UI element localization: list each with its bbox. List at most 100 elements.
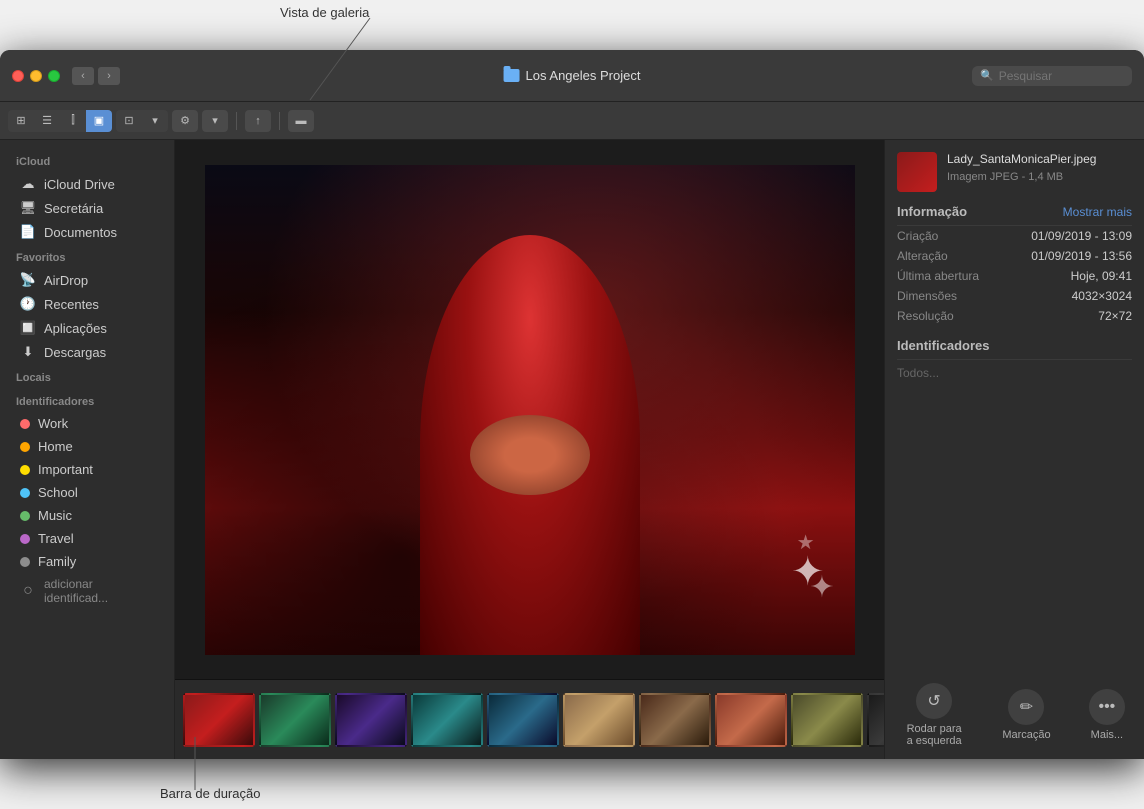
toolbar-right: 🔍 — [972, 66, 1132, 86]
tags-placeholder: Todos... — [897, 360, 1132, 386]
sidebar-item-downloads[interactable]: ⬇ Descargas — [4, 340, 170, 364]
file-header: Lady_SantaMonicaPier.jpeg Imagem JPEG - … — [897, 152, 1132, 192]
minimize-button[interactable] — [30, 70, 42, 82]
filmstrip-thumb-2[interactable] — [259, 693, 331, 747]
airdrop-icon: 📡 — [20, 272, 36, 288]
music-tag-dot — [20, 511, 30, 521]
filmstrip-thumb-9[interactable] — [791, 693, 863, 747]
finder-window: ‹ › Los Angeles Project 🔍 ⊞ ☰ ⫿ ▣ ⊡ ▾ ⚙ … — [0, 50, 1144, 759]
sidebar: iCloud ☁ iCloud Drive 🖥 Secretária 📄 Doc… — [0, 140, 175, 759]
gallery-view-annotation: Vista de galeria — [280, 5, 369, 20]
search-box[interactable]: 🔍 — [972, 66, 1132, 86]
show-more-link[interactable]: Mostrar mais — [1063, 205, 1132, 219]
documents-icon: 📄 — [20, 224, 36, 240]
file-name: Lady_SantaMonicaPier.jpeg — [947, 152, 1132, 168]
filmstrip — [175, 679, 884, 759]
main-image-container[interactable]: ✦ ✦ ★ — [175, 140, 884, 679]
icloud-drive-icon: ☁ — [20, 176, 36, 192]
more-icon: ••• — [1089, 689, 1125, 725]
filmstrip-thumb-3[interactable] — [335, 693, 407, 747]
filmstrip-thumb-1[interactable] — [183, 693, 255, 747]
more-button[interactable]: ••• Mais... — [1089, 689, 1125, 741]
sidebar-item-recents[interactable]: 🕐 Recentes — [4, 292, 170, 316]
sidebar-item-desktop[interactable]: 🖥 Secretária — [4, 196, 170, 220]
icloud-section-label: iCloud — [0, 148, 174, 172]
search-input[interactable] — [999, 69, 1124, 83]
file-info-text: Lady_SantaMonicaPier.jpeg Imagem JPEG - … — [947, 152, 1132, 183]
school-tag-dot — [20, 488, 30, 498]
filmstrip-thumb-7[interactable] — [639, 693, 711, 747]
rotate-left-button[interactable]: ↺ Rodar para a esquerda — [904, 683, 964, 747]
filmstrip-thumb-6[interactable] — [563, 693, 635, 747]
sidebar-item-family[interactable]: Family — [4, 550, 170, 573]
value-criacao: 01/09/2019 - 13:09 — [1031, 229, 1132, 243]
view-mode-group: ⊞ ☰ ⫿ ▣ — [8, 110, 112, 132]
icon-view-button[interactable]: ⊞ — [8, 110, 34, 132]
folder-icon — [504, 69, 520, 82]
main-image: ✦ ✦ ★ — [205, 165, 855, 655]
markup-label: Marcação — [1002, 729, 1050, 741]
value-ultima-abertura: Hoje, 09:41 — [1071, 269, 1132, 283]
applications-icon: 🔲 — [20, 320, 36, 336]
filmstrip-thumb-8[interactable] — [715, 693, 787, 747]
gallery-view-button[interactable]: ▣ — [86, 110, 112, 132]
sidebar-item-applications[interactable]: 🔲 Aplicações — [4, 316, 170, 340]
group-dropdown[interactable]: ▾ — [142, 110, 168, 132]
value-resolucao: 72×72 — [1098, 309, 1132, 323]
more-label: Mais... — [1091, 729, 1123, 741]
label-alteracao: Alteração — [897, 249, 948, 263]
back-button[interactable]: ‹ — [72, 67, 94, 85]
info-panel: Lady_SantaMonicaPier.jpeg Imagem JPEG - … — [884, 140, 1144, 759]
toolbar-divider-2 — [279, 112, 280, 130]
info-section: Informação Mostrar mais Criação 01/09/20… — [897, 204, 1132, 326]
group-sort-group: ⊡ ▾ — [116, 110, 168, 132]
value-alteracao: 01/09/2019 - 13:56 — [1031, 249, 1132, 263]
travel-tag-dot — [20, 534, 30, 544]
info-section-title: Informação — [897, 204, 967, 219]
markup-icon: ✏ — [1008, 689, 1044, 725]
action-bar: ↺ Rodar para a esquerda ✏ Marcação ••• M… — [897, 683, 1132, 747]
work-tag-dot — [20, 419, 30, 429]
sidebar-item-add-tag[interactable]: ○ adicionar identificad... — [4, 573, 170, 609]
fullscreen-button[interactable] — [48, 70, 60, 82]
settings-dropdown[interactable]: ▾ — [202, 110, 228, 132]
forward-button[interactable]: › — [98, 67, 120, 85]
markup-button[interactable]: ✏ Marcação — [1002, 689, 1050, 741]
sidebar-item-home[interactable]: Home — [4, 435, 170, 458]
sidebar-item-icloud-drive[interactable]: ☁ iCloud Drive — [4, 172, 170, 196]
favorites-section-label: Favoritos — [0, 244, 174, 268]
sidebar-item-important[interactable]: Important — [4, 458, 170, 481]
sidebar-item-school[interactable]: School — [4, 481, 170, 504]
add-tag-icon: ○ — [20, 583, 36, 599]
sidebar-item-documents[interactable]: 📄 Documentos — [4, 220, 170, 244]
tag-button[interactable]: ▬ — [288, 110, 314, 132]
rotate-left-label: Rodar para a esquerda — [904, 723, 964, 747]
window-title: Los Angeles Project — [504, 68, 641, 83]
sidebar-item-travel[interactable]: Travel — [4, 527, 170, 550]
filmstrip-thumb-4[interactable] — [411, 693, 483, 747]
info-row-dimensoes: Dimensões 4032×3024 — [897, 286, 1132, 306]
sidebar-item-airdrop[interactable]: 📡 AirDrop — [4, 268, 170, 292]
share-button[interactable]: ↑ — [245, 110, 271, 132]
tags-section-title: Identificadores — [897, 338, 989, 353]
label-dimensoes: Dimensões — [897, 289, 957, 303]
settings-button[interactable]: ⚙ — [172, 110, 198, 132]
list-view-button[interactable]: ☰ — [34, 110, 60, 132]
group-button[interactable]: ⊡ — [116, 110, 142, 132]
tags-section-header: Identificadores — [897, 338, 1132, 360]
value-dimensoes: 4032×3024 — [1072, 289, 1132, 303]
close-button[interactable] — [12, 70, 24, 82]
nav-buttons: ‹ › — [72, 67, 120, 85]
search-icon: 🔍 — [980, 69, 994, 82]
sidebar-item-work[interactable]: Work — [4, 412, 170, 435]
column-view-button[interactable]: ⫿ — [60, 110, 86, 132]
sidebar-item-music[interactable]: Music — [4, 504, 170, 527]
info-row-criacao: Criação 01/09/2019 - 13:09 — [897, 226, 1132, 246]
info-row-resolucao: Resolução 72×72 — [897, 306, 1132, 326]
filmstrip-thumb-10[interactable] — [867, 693, 884, 747]
locais-section-label: Locais — [0, 364, 174, 388]
filmstrip-thumb-5[interactable] — [487, 693, 559, 747]
label-resolucao: Resolução — [897, 309, 954, 323]
identificadores-section-label: Identificadores — [0, 388, 174, 412]
view-toolbar: ⊞ ☰ ⫿ ▣ ⊡ ▾ ⚙ ▾ ↑ ▬ — [0, 102, 1144, 140]
